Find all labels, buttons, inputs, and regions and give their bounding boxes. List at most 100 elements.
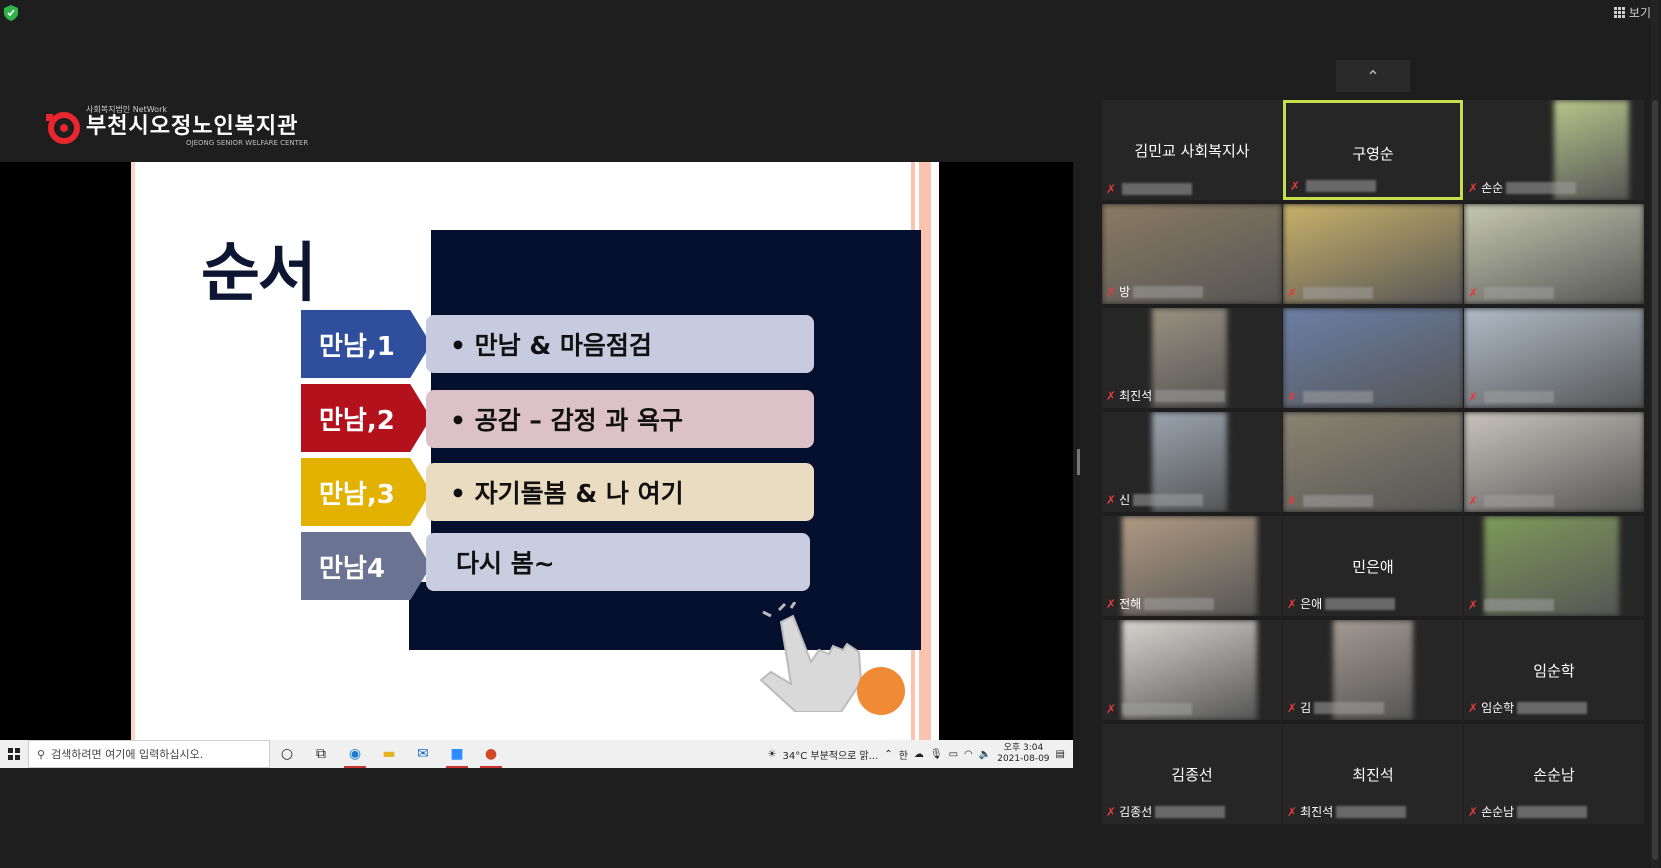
participant-tile[interactable]: ✗ 손순 xyxy=(1464,100,1644,200)
participant-name-center: 손순남 xyxy=(1533,766,1575,784)
step-bar-4: 다시 봄~ xyxy=(426,533,810,591)
windows-taskbar: ⚲ 검색하려면 여기에 입력하십시오. ○ ⧉ ◉ ▬ ✉ ■ ● ☀ 34°C… xyxy=(0,740,1073,768)
blurred-name xyxy=(1144,597,1215,610)
participant-label: ✗ xyxy=(1290,179,1377,193)
cloud-icon[interactable]: ☁ xyxy=(914,749,924,760)
start-button[interactable] xyxy=(0,740,28,768)
participant-tile[interactable]: ✗ xyxy=(1464,412,1644,512)
participant-tile[interactable]: 김종선 ✗ 김종선 xyxy=(1102,724,1282,824)
notification-icon[interactable]: ▤ xyxy=(1056,749,1065,760)
welfare-center-logo: 사회복지법인 NetWork 부천시오정노인복지관 OJEONG SENIOR … xyxy=(44,104,308,147)
participant-name: 손순 xyxy=(1481,181,1504,195)
ime-indicator[interactable]: 한 xyxy=(899,747,908,762)
participant-tile[interactable]: ✗ xyxy=(1283,204,1463,304)
grid-icon xyxy=(1613,7,1625,18)
mic-muted-icon: ✗ xyxy=(1468,494,1479,508)
blurred-name xyxy=(1484,391,1555,403)
participant-label: ✗ 김 xyxy=(1287,699,1385,716)
slide-title: 순서 xyxy=(201,237,317,311)
participant-tile[interactable]: ✗ xyxy=(1283,412,1463,512)
mic-muted-icon: ✗ xyxy=(1468,804,1479,819)
mic-muted-icon: ✗ xyxy=(1287,700,1298,715)
blurred-name xyxy=(1517,805,1588,818)
mic-muted-icon: ✗ xyxy=(1287,596,1298,611)
participant-tile[interactable]: 손순남 ✗ 손순남 xyxy=(1464,724,1644,824)
weather-text[interactable]: 34°C 부분적으로 맑... xyxy=(782,747,878,762)
view-button-label: 보기 xyxy=(1628,6,1651,20)
blurred-name xyxy=(1306,180,1377,192)
mail-icon[interactable]: ✉ xyxy=(406,740,440,768)
logo-mark-icon xyxy=(46,111,80,144)
participant-label: ✗ 김종선 xyxy=(1106,803,1226,820)
mic-muted-icon: ✗ xyxy=(1106,804,1117,819)
clock-date: 2021-08-09 xyxy=(997,754,1050,764)
participant-label: ✗ 신 xyxy=(1106,491,1204,508)
participant-tile[interactable]: ✗ 방 xyxy=(1102,204,1282,304)
participant-name: 방 xyxy=(1119,285,1131,299)
edge-browser-icon[interactable]: ◉ xyxy=(338,740,372,768)
step-badge-3: 만남,3 xyxy=(301,458,431,526)
tray-chevron-icon[interactable]: ⌃ xyxy=(884,749,892,760)
powerpoint-icon[interactable]: ● xyxy=(474,740,508,768)
taskbar-clock[interactable]: 오후 3:04 2021-08-09 xyxy=(997,743,1049,765)
mic-muted-icon: ✗ xyxy=(1468,286,1479,300)
splitter-handle[interactable] xyxy=(1077,449,1080,475)
view-button[interactable]: 보기 xyxy=(1613,4,1651,21)
participant-tile[interactable]: ✗ 최진석 xyxy=(1102,308,1282,408)
logo-title: 부천시오정노인복지관 xyxy=(86,114,299,139)
participant-name-center: 최진석 xyxy=(1352,766,1394,784)
mic-muted-icon: ✗ xyxy=(1106,182,1117,196)
participant-tile[interactable]: ✗ xyxy=(1283,308,1463,408)
blurred-name xyxy=(1155,805,1226,818)
step-bar-1: • 만남 & 마음점검 xyxy=(426,315,814,373)
blurred-name xyxy=(1325,597,1396,610)
file-explorer-icon[interactable]: ▬ xyxy=(372,740,406,768)
participant-tile[interactable]: ✗ xyxy=(1464,204,1644,304)
search-icon: ⚲ xyxy=(37,747,46,761)
participant-tile[interactable]: 민은애 ✗ 은애 xyxy=(1283,516,1463,616)
participant-name-center: 김민교 사회복지사 xyxy=(1134,142,1250,160)
participant-tile[interactable]: 김민교 사회복지사 ✗ xyxy=(1102,100,1282,200)
blurred-name xyxy=(1133,493,1204,506)
taskbar-search-box[interactable]: ⚲ 검색하려면 여기에 입력하십시오. xyxy=(28,740,270,768)
volume-icon[interactable]: 🔈 xyxy=(979,749,991,760)
wifi-icon[interactable]: ◠ xyxy=(964,749,973,760)
gallery-collapse-button[interactable]: ⌃ xyxy=(1336,60,1410,92)
blurred-name xyxy=(1484,599,1555,611)
step-bar-2: • 공감 – 감정 과 욕구 xyxy=(426,390,814,448)
participant-tile[interactable]: ✗ xyxy=(1464,516,1644,616)
participant-tile[interactable]: ✗ xyxy=(1102,620,1282,720)
participant-tile[interactable]: ✗ 김 xyxy=(1283,620,1463,720)
participant-tile[interactable]: 최진석 ✗ 최진석 xyxy=(1283,724,1463,824)
cortana-icon[interactable]: ○ xyxy=(270,740,304,768)
mic-muted-icon: ✗ xyxy=(1287,390,1298,404)
task-view-icon[interactable]: ⧉ xyxy=(304,740,338,768)
blurred-name xyxy=(1314,701,1385,714)
participant-label: ✗ xyxy=(1287,390,1374,404)
participant-tile[interactable]: ✗ 신 xyxy=(1102,412,1282,512)
zoom-app-icon[interactable]: ■ xyxy=(440,740,474,768)
mic-muted-icon: ✗ xyxy=(1106,284,1117,299)
participant-tile[interactable]: ✗ 전해 xyxy=(1102,516,1282,616)
participant-label: ✗ 방 xyxy=(1106,283,1204,300)
mic-muted-icon: ✗ xyxy=(1468,390,1479,404)
participant-name-center: 임순학 xyxy=(1533,662,1575,680)
participant-tile[interactable]: 임순학 ✗ 임순학 xyxy=(1464,620,1644,720)
shield-icon[interactable] xyxy=(4,5,18,21)
blurred-name xyxy=(1336,805,1407,818)
blurred-name xyxy=(1303,495,1374,507)
participant-label: ✗ 임순학 xyxy=(1468,699,1588,716)
mic-muted-icon: ✗ xyxy=(1106,596,1117,611)
blurred-name xyxy=(1303,287,1374,299)
battery-icon[interactable]: ▭ xyxy=(949,749,958,760)
blurred-name xyxy=(1122,183,1193,195)
participant-tile[interactable]: 구영순 ✗ xyxy=(1283,100,1463,200)
participant-tile[interactable]: ✗ xyxy=(1464,308,1644,408)
windows-icon xyxy=(8,748,20,760)
mic-muted-icon: ✗ xyxy=(1106,492,1117,507)
blurred-name xyxy=(1484,495,1555,507)
microphone-icon[interactable]: 🎙 xyxy=(930,749,943,760)
gallery-scroll-thumb[interactable] xyxy=(1652,100,1658,860)
blurred-name xyxy=(1155,389,1226,402)
blurred-name xyxy=(1133,285,1204,298)
